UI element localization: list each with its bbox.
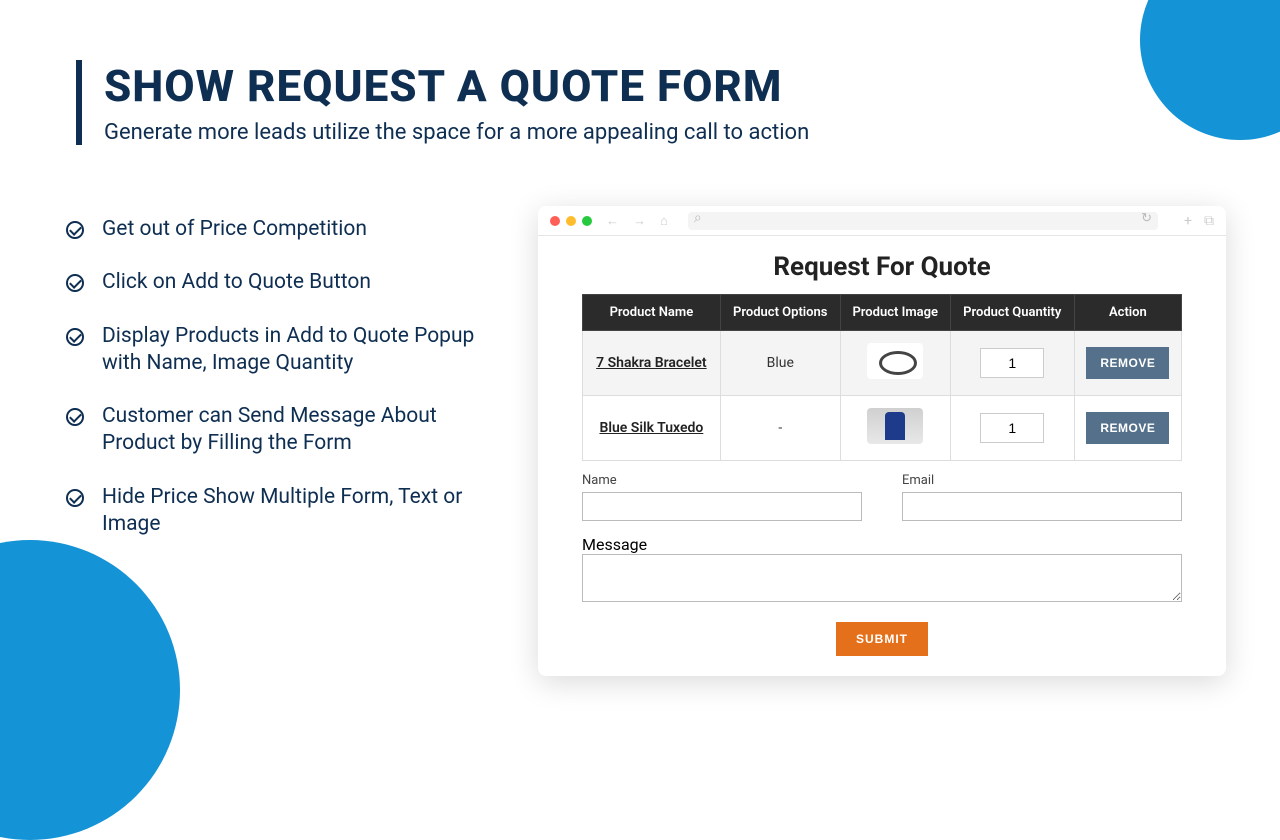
check-icon — [66, 408, 84, 426]
address-bar[interactable] — [688, 212, 1158, 230]
minimize-icon[interactable] — [566, 216, 576, 226]
quote-form: Request For Quote Product Name Product O… — [538, 236, 1226, 672]
col-product-image: Product Image — [840, 295, 950, 331]
message-textarea[interactable] — [582, 554, 1182, 602]
copy-icon[interactable]: ⧉ — [1204, 213, 1214, 229]
check-icon — [66, 274, 84, 292]
product-image-icon — [867, 343, 923, 379]
list-item: Customer can Send Message About Product … — [66, 403, 506, 458]
quantity-input[interactable] — [980, 348, 1044, 378]
email-input[interactable] — [902, 492, 1182, 521]
table-row: 7 Shakra Bracelet Blue REMOVE — [583, 331, 1182, 396]
browser-toolbar: ← → ⌂ + ⧉ — [538, 206, 1226, 236]
name-label: Name — [582, 473, 862, 488]
list-item: Hide Price Show Multiple Form, Text or I… — [66, 484, 506, 539]
product-link[interactable]: Blue Silk Tuxedo — [599, 420, 703, 436]
feature-list: Get out of Price Competition Click on Ad… — [66, 216, 506, 564]
page-title: SHOW REQUEST A QUOTE FORM — [104, 60, 809, 112]
check-icon — [66, 328, 84, 346]
product-link[interactable]: 7 Shakra Bracelet — [596, 355, 706, 371]
list-item-text: Get out of Price Competition — [102, 216, 367, 243]
col-product-name: Product Name — [583, 295, 721, 331]
message-label: Message — [582, 535, 647, 554]
check-icon — [66, 221, 84, 239]
decor-blob-top-right — [1140, 0, 1280, 140]
col-action: Action — [1074, 295, 1181, 331]
page-header: SHOW REQUEST A QUOTE FORM Generate more … — [76, 60, 809, 145]
list-item-text: Display Products in Add to Quote Popup w… — [102, 323, 506, 378]
name-input[interactable] — [582, 492, 862, 521]
quantity-input[interactable] — [980, 413, 1044, 443]
check-icon — [66, 489, 84, 507]
product-options-value: - — [720, 396, 840, 461]
product-options-value: Blue — [720, 331, 840, 396]
page-subtitle: Generate more leads utilize the space fo… — [104, 120, 809, 145]
quote-table: Product Name Product Options Product Ima… — [582, 294, 1182, 461]
remove-button[interactable]: REMOVE — [1086, 412, 1169, 444]
list-item: Display Products in Add to Quote Popup w… — [66, 323, 506, 378]
list-item: Click on Add to Quote Button — [66, 269, 506, 296]
decor-blob-bottom-left — [0, 540, 180, 840]
submit-button[interactable]: SUBMIT — [836, 622, 928, 656]
form-title: Request For Quote — [582, 252, 1182, 282]
remove-button[interactable]: REMOVE — [1086, 347, 1169, 379]
col-product-quantity: Product Quantity — [950, 295, 1074, 331]
list-item-text: Click on Add to Quote Button — [102, 269, 371, 296]
product-image-icon — [867, 408, 923, 444]
email-label: Email — [902, 473, 1182, 488]
list-item-text: Customer can Send Message About Product … — [102, 403, 506, 458]
table-row: Blue Silk Tuxedo - REMOVE — [583, 396, 1182, 461]
home-icon[interactable]: ⌂ — [660, 213, 668, 229]
maximize-icon[interactable] — [582, 216, 592, 226]
plus-icon[interactable]: + — [1184, 213, 1192, 229]
back-icon[interactable]: ← — [606, 213, 619, 229]
list-item: Get out of Price Competition — [66, 216, 506, 243]
list-item-text: Hide Price Show Multiple Form, Text or I… — [102, 484, 506, 539]
col-product-options: Product Options — [720, 295, 840, 331]
forward-icon[interactable]: → — [633, 213, 646, 229]
close-icon[interactable] — [550, 216, 560, 226]
browser-window: ← → ⌂ + ⧉ Request For Quote Product Name… — [538, 206, 1226, 676]
